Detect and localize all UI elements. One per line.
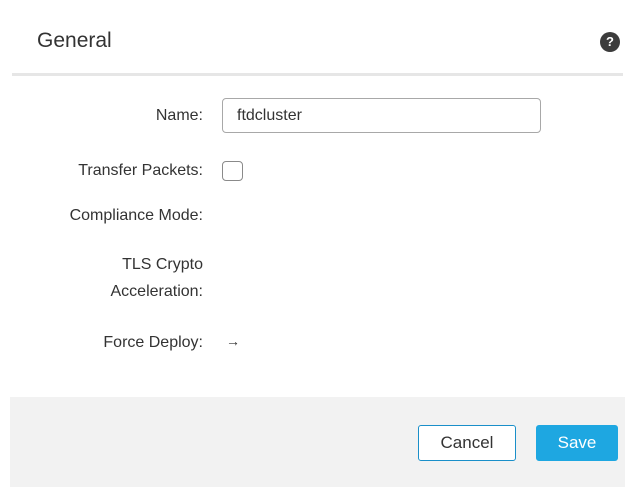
help-icon[interactable]: ? <box>600 32 620 52</box>
transfer-packets-checkbox[interactable] <box>222 161 243 181</box>
tls-crypto-label-line2: Acceleration: <box>110 283 204 300</box>
force-deploy-label: Force Deploy: <box>103 334 203 351</box>
general-dialog: General ? Name: Transfer Packets: Compli… <box>0 0 635 487</box>
name-input[interactable] <box>222 98 541 133</box>
dialog-title: General <box>37 29 112 52</box>
compliance-mode-label: Compliance Mode: <box>69 207 203 224</box>
header-divider <box>12 73 623 76</box>
name-label: Name: <box>155 107 203 124</box>
cancel-button[interactable]: Cancel <box>418 425 516 461</box>
dialog-footer: Cancel Save <box>10 397 625 487</box>
arrow-right-icon[interactable]: → <box>226 329 240 353</box>
transfer-packets-label: Transfer Packets: <box>78 162 203 179</box>
dialog-header: General ? <box>0 0 635 76</box>
tls-crypto-label-line1: TLS Crypto <box>122 256 203 273</box>
save-button[interactable]: Save <box>536 425 618 461</box>
